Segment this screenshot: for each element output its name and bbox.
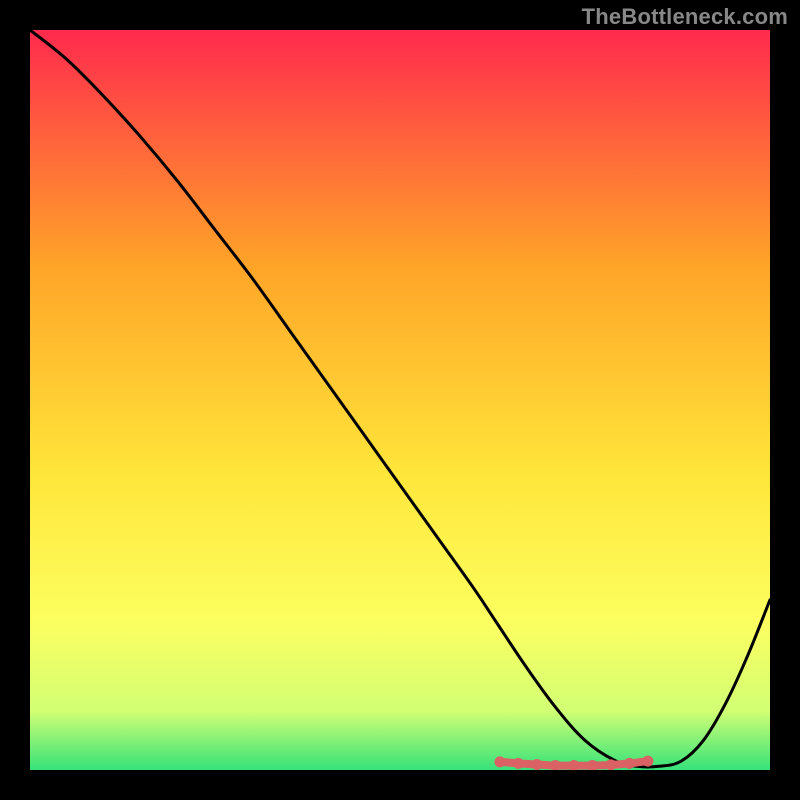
highlight-dot <box>605 759 616 770</box>
highlight-dot <box>624 758 635 769</box>
plot-area <box>30 30 770 770</box>
gradient-background <box>30 30 770 770</box>
highlight-dot <box>531 759 542 770</box>
highlight-dot <box>513 758 524 769</box>
chart-svg <box>30 30 770 770</box>
watermark-text: TheBottleneck.com <box>582 4 788 30</box>
highlight-dot <box>494 756 505 767</box>
chart-frame: TheBottleneck.com <box>0 0 800 800</box>
highlight-dot <box>642 756 653 767</box>
